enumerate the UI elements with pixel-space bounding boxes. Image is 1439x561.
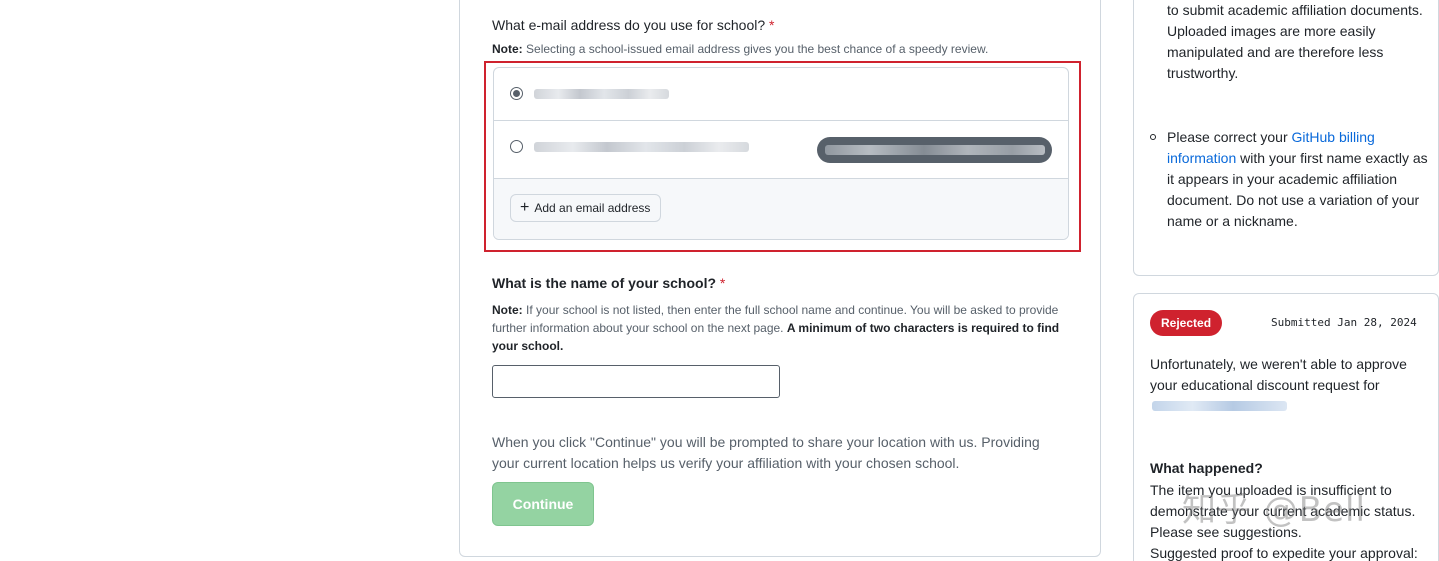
email-question-label: What e-mail address do you use for schoo…: [492, 17, 775, 33]
suggestion-item-1: Please consider using your device camera…: [1167, 2, 1423, 81]
add-email-button[interactable]: + Add an email address: [510, 194, 662, 222]
email-radio-1[interactable]: [510, 87, 523, 100]
school-name-input[interactable]: [492, 365, 780, 398]
location-info-text: When you click "Continue" you will be pr…: [492, 434, 1040, 471]
required-mark: *: [769, 17, 775, 33]
suggestion-item-2: Please correct your GitHub billing infor…: [1148, 127, 1438, 237]
what-happened-heading: What happened?: [1150, 460, 1263, 476]
status-message: Unfortunately, we weren't able to approv…: [1150, 356, 1407, 393]
email-option-2[interactable]: [494, 121, 1068, 179]
add-email-row: + Add an email address: [494, 179, 1068, 239]
submitted-date: Submitted Jan 28, 2024: [1271, 316, 1417, 329]
watermark: 知乎 @Bell: [1182, 490, 1366, 530]
redacted-email-badge: [817, 137, 1052, 163]
redacted-email-1: [534, 89, 669, 99]
education-form-card: What e-mail address do you use for schoo…: [459, 0, 1101, 557]
email-options-list: + Add an email address: [493, 67, 1069, 240]
email-note: Note: Selecting a school-issued email ad…: [492, 42, 989, 56]
rejected-badge: Rejected: [1150, 310, 1223, 336]
school-question-label: What is the name of your school? *: [492, 275, 726, 291]
continue-button[interactable]: Continue: [492, 482, 594, 526]
email-option-1[interactable]: [494, 68, 1068, 121]
redacted-email-2: [534, 142, 749, 152]
redacted-account-name: [1152, 401, 1287, 411]
suggestions-card: Please consider using your device camera…: [1133, 0, 1439, 276]
plus-icon: +: [520, 199, 530, 216]
email-radio-2[interactable]: [510, 140, 523, 153]
school-note: Note: If your school is not listed, then…: [492, 303, 1060, 353]
